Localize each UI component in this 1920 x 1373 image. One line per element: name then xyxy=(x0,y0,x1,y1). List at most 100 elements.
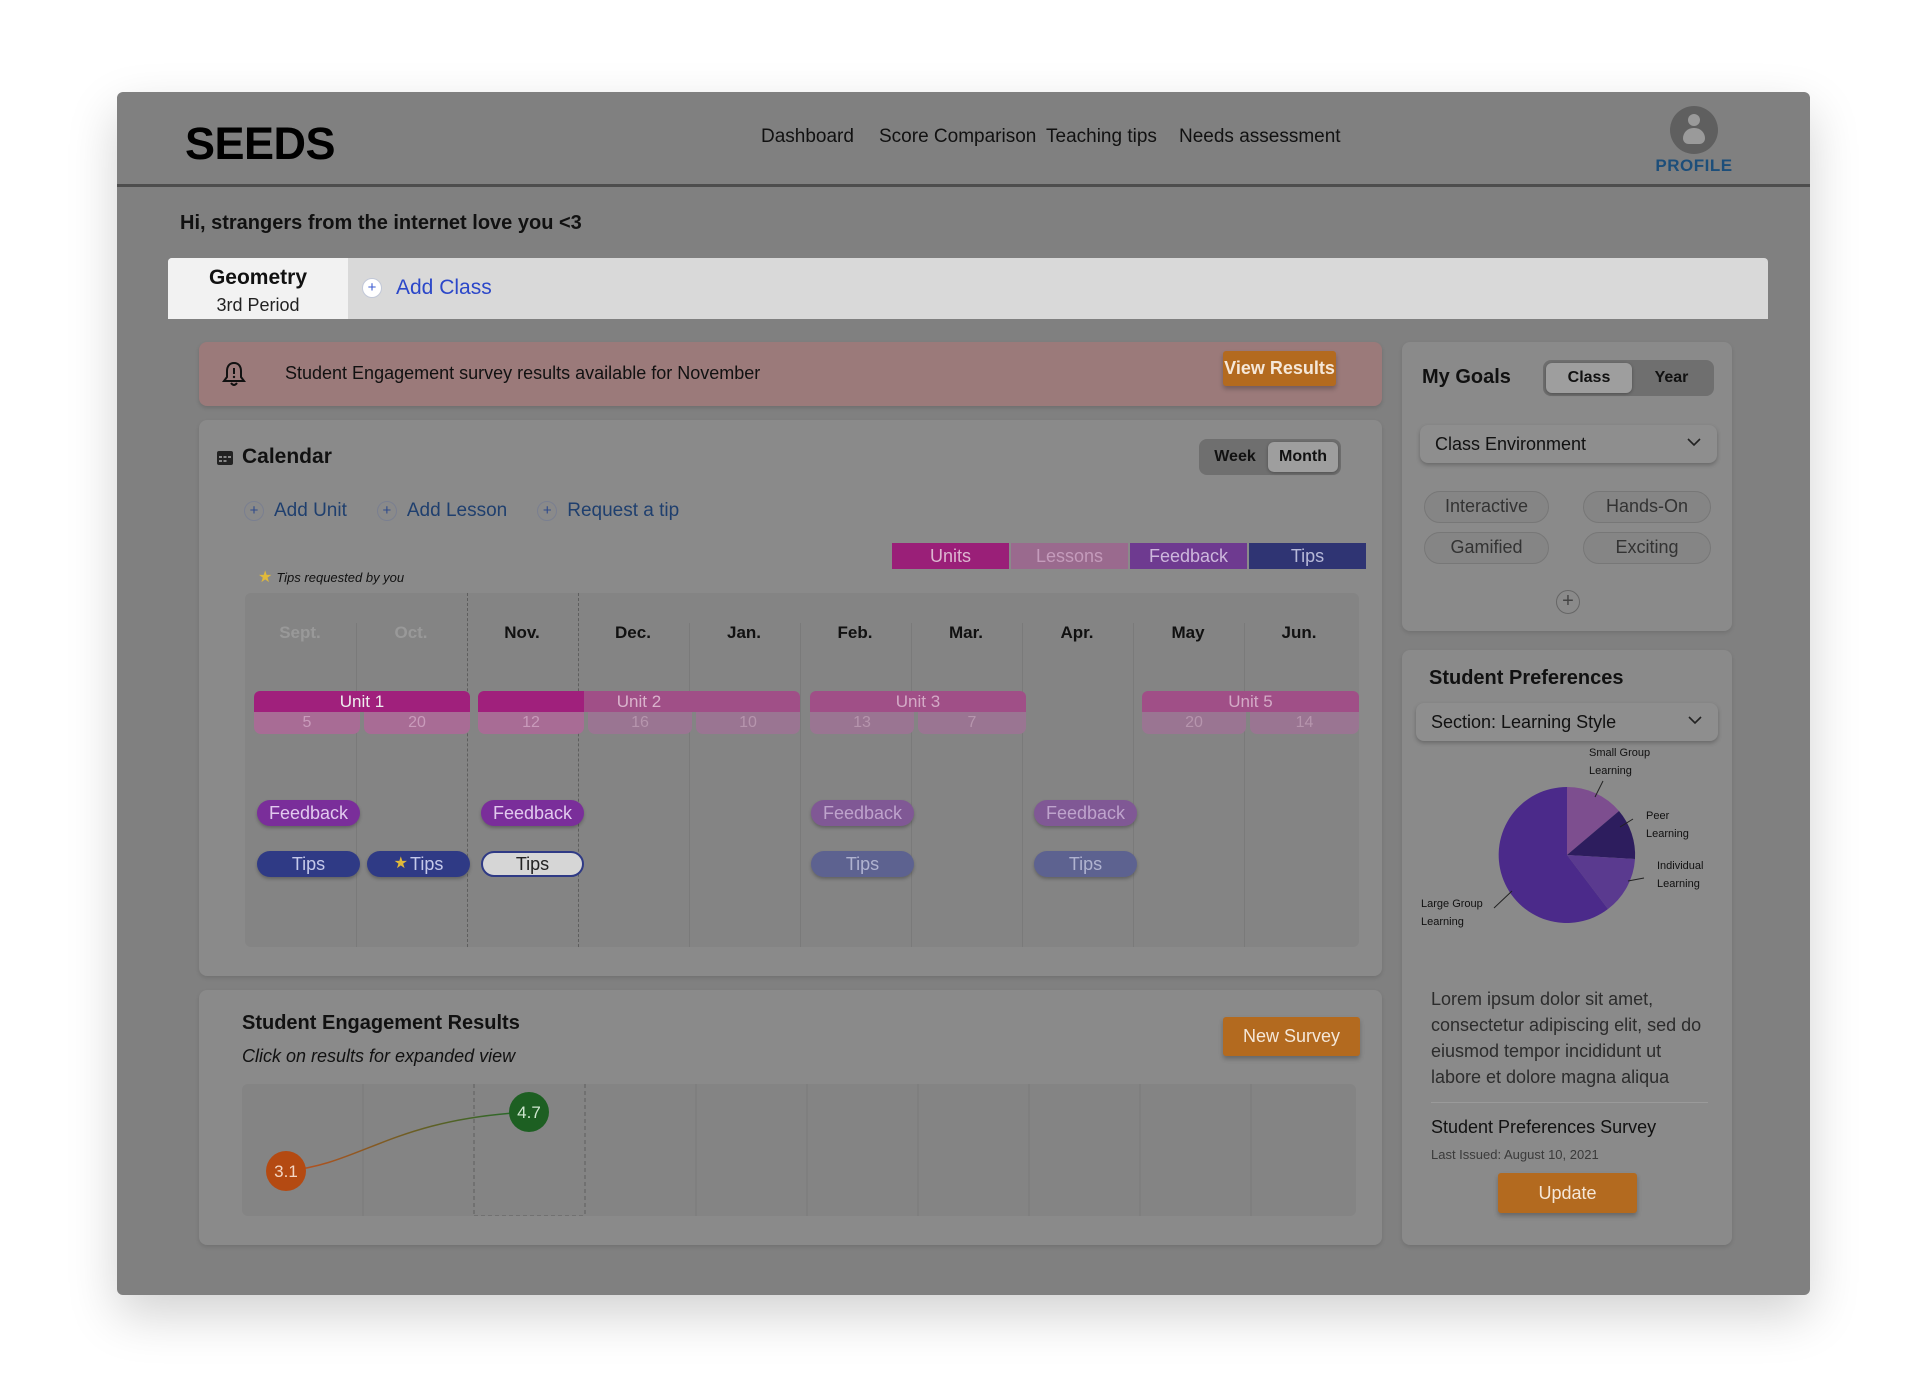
view-results-button[interactable]: View Results xyxy=(1223,351,1336,386)
class-tab-bar: Geometry 3rd Period + Add Class xyxy=(168,258,1768,319)
plus-icon: + xyxy=(376,501,397,521)
add-unit-label: Add Unit xyxy=(274,500,347,521)
current-month-marker xyxy=(467,593,468,947)
new-survey-button[interactable]: New Survey xyxy=(1223,1017,1360,1056)
pie-label-line: Learning xyxy=(1421,916,1464,928)
nav-needs-assessment[interactable]: Needs assessment xyxy=(1179,126,1341,148)
grid-line xyxy=(800,623,801,947)
avatar-icon xyxy=(1670,106,1718,154)
add-lesson-button[interactable]: + Add Lesson xyxy=(376,500,508,522)
profile-label: PROFILE xyxy=(1655,156,1733,175)
legend-feedback[interactable]: Feedback xyxy=(1130,543,1247,569)
legend-units[interactable]: Units xyxy=(892,543,1009,569)
profile-button[interactable]: PROFILE xyxy=(1649,106,1739,176)
month-feb[interactable]: Feb. xyxy=(800,623,910,643)
nav-dashboard[interactable]: Dashboard xyxy=(761,126,854,148)
goal-chip-interactive[interactable]: Interactive xyxy=(1424,491,1549,523)
month-apr[interactable]: Apr. xyxy=(1022,623,1132,643)
unit-5-bar[interactable]: Unit 5 xyxy=(1142,691,1359,712)
feedback-pill-feb[interactable]: Feedback xyxy=(811,800,914,826)
goals-category-dropdown[interactable]: Class Environment xyxy=(1420,425,1717,463)
grid-line xyxy=(1022,623,1023,947)
lesson-cell[interactable]: 20 xyxy=(1142,712,1246,734)
lesson-cell[interactable]: 16 xyxy=(588,712,692,734)
month-sept[interactable]: Sept. xyxy=(245,623,355,643)
month-nov[interactable]: Nov. xyxy=(467,623,577,643)
month-oct[interactable]: Oct. xyxy=(356,623,466,643)
lesson-cell[interactable]: 5 xyxy=(254,712,360,734)
month-jan[interactable]: Jan. xyxy=(689,623,799,643)
app-logo[interactable]: SEEDS xyxy=(185,118,336,170)
month-dec[interactable]: Dec. xyxy=(578,623,688,643)
goal-chip-exciting[interactable]: Exciting xyxy=(1583,532,1711,564)
tips-pill-oct[interactable]: ★ Tips xyxy=(367,851,470,877)
engagement-chart[interactable]: 3.1 4.7 xyxy=(242,1084,1356,1216)
grid-line xyxy=(1133,623,1134,947)
preferences-description: Lorem ipsum dolor sit amet, consectetur … xyxy=(1431,989,1702,1087)
request-tip-button[interactable]: + Request a tip xyxy=(537,500,679,522)
nav-teaching-tips[interactable]: Teaching tips xyxy=(1046,126,1157,148)
class-tab-geometry[interactable]: Geometry 3rd Period xyxy=(168,258,348,319)
calendar-legend: Units Lessons Feedback Tips xyxy=(892,543,1366,569)
goal-chip-hands-on[interactable]: Hands-On xyxy=(1583,491,1711,523)
tips-pill-nov[interactable]: Tips xyxy=(481,851,584,877)
legend-lessons[interactable]: Lessons xyxy=(1011,543,1128,569)
update-survey-button[interactable]: Update xyxy=(1498,1173,1637,1213)
request-tip-label: Request a tip xyxy=(567,500,680,521)
chevron-down-icon xyxy=(1688,716,1702,725)
unit-2-bar[interactable]: Unit 2 xyxy=(478,691,800,712)
dropdown-value: Section: Learning Style xyxy=(1431,712,1617,732)
plus-icon: + xyxy=(362,278,382,298)
unit-1-bar[interactable]: Unit 1 xyxy=(254,691,470,712)
current-month-marker xyxy=(578,593,579,947)
lesson-cell[interactable]: 20 xyxy=(364,712,470,734)
lesson-cell[interactable]: 12 xyxy=(478,712,584,734)
pie-label-line: Learning xyxy=(1589,765,1632,777)
tips-pill-feb[interactable]: Tips xyxy=(811,851,914,877)
legend-tips[interactable]: Tips xyxy=(1249,543,1366,569)
learning-style-pie-chart[interactable]: Small Group Learning Peer Learning Indiv… xyxy=(1402,747,1732,955)
alert-message: Student Engagement survey results availa… xyxy=(285,363,761,383)
pie-label-line: Peer xyxy=(1646,810,1670,822)
tips-pill-apr[interactable]: Tips xyxy=(1034,851,1137,877)
divider xyxy=(1431,1102,1708,1103)
bell-icon xyxy=(222,361,246,386)
month-jun[interactable]: Jun. xyxy=(1244,623,1354,643)
calendar-grid: Sept. Oct. Nov. Dec. Jan. Feb. Mar. Apr.… xyxy=(245,593,1359,947)
add-class-button[interactable]: + Add Class xyxy=(362,276,492,300)
feedback-pill-apr[interactable]: Feedback xyxy=(1034,800,1137,826)
my-goals-panel: My Goals Class Year Class Environment In… xyxy=(1402,342,1732,631)
feedback-pill-nov[interactable]: Feedback xyxy=(481,800,584,826)
month-mar[interactable]: Mar. xyxy=(911,623,1021,643)
engagement-title: Student Engagement Results xyxy=(242,1012,520,1034)
survey-title: Student Preferences Survey xyxy=(1431,1117,1657,1137)
feedback-pill-sept[interactable]: Feedback xyxy=(257,800,360,826)
lesson-cell[interactable]: 10 xyxy=(696,712,800,734)
engagement-chart-svg: 3.1 4.7 xyxy=(266,1084,1252,1216)
class-period: 3rd Period xyxy=(216,295,300,315)
lesson-cell[interactable]: 14 xyxy=(1250,712,1359,734)
engagement-results-panel: Student Engagement Results Click on resu… xyxy=(199,990,1382,1245)
pie-label-line: Small Group xyxy=(1589,747,1651,759)
nav-score-comparison[interactable]: Score Comparison xyxy=(879,126,1036,148)
greeting-text: Hi, strangers from the internet love you… xyxy=(180,212,582,234)
tips-pill-sept[interactable]: Tips xyxy=(257,851,360,877)
toggle-year[interactable]: Year xyxy=(1632,363,1711,393)
pie-leader-line xyxy=(1493,890,1513,909)
toggle-week[interactable]: Week xyxy=(1202,442,1268,472)
grid-line xyxy=(1244,623,1245,947)
add-lesson-label: Add Lesson xyxy=(406,500,508,521)
preferences-section-dropdown[interactable]: Section: Learning Style xyxy=(1416,703,1718,741)
pie-leader-line xyxy=(1594,780,1604,798)
student-preferences-panel: Student Preferences Section: Learning St… xyxy=(1402,650,1732,1245)
pie-label-large-group: Large Group Learning xyxy=(1421,895,1483,931)
toggle-month[interactable]: Month xyxy=(1268,442,1338,472)
unit-3-bar[interactable]: Unit 3 xyxy=(810,691,1026,712)
goal-chip-gamified[interactable]: Gamified xyxy=(1424,532,1549,564)
add-goal-button[interactable]: + xyxy=(1556,590,1580,614)
add-unit-button[interactable]: + Add Unit xyxy=(244,500,347,522)
lesson-cell[interactable]: 13 xyxy=(810,712,914,734)
month-may[interactable]: May xyxy=(1133,623,1243,643)
lesson-cell[interactable]: 7 xyxy=(918,712,1026,734)
toggle-class[interactable]: Class xyxy=(1546,363,1632,393)
